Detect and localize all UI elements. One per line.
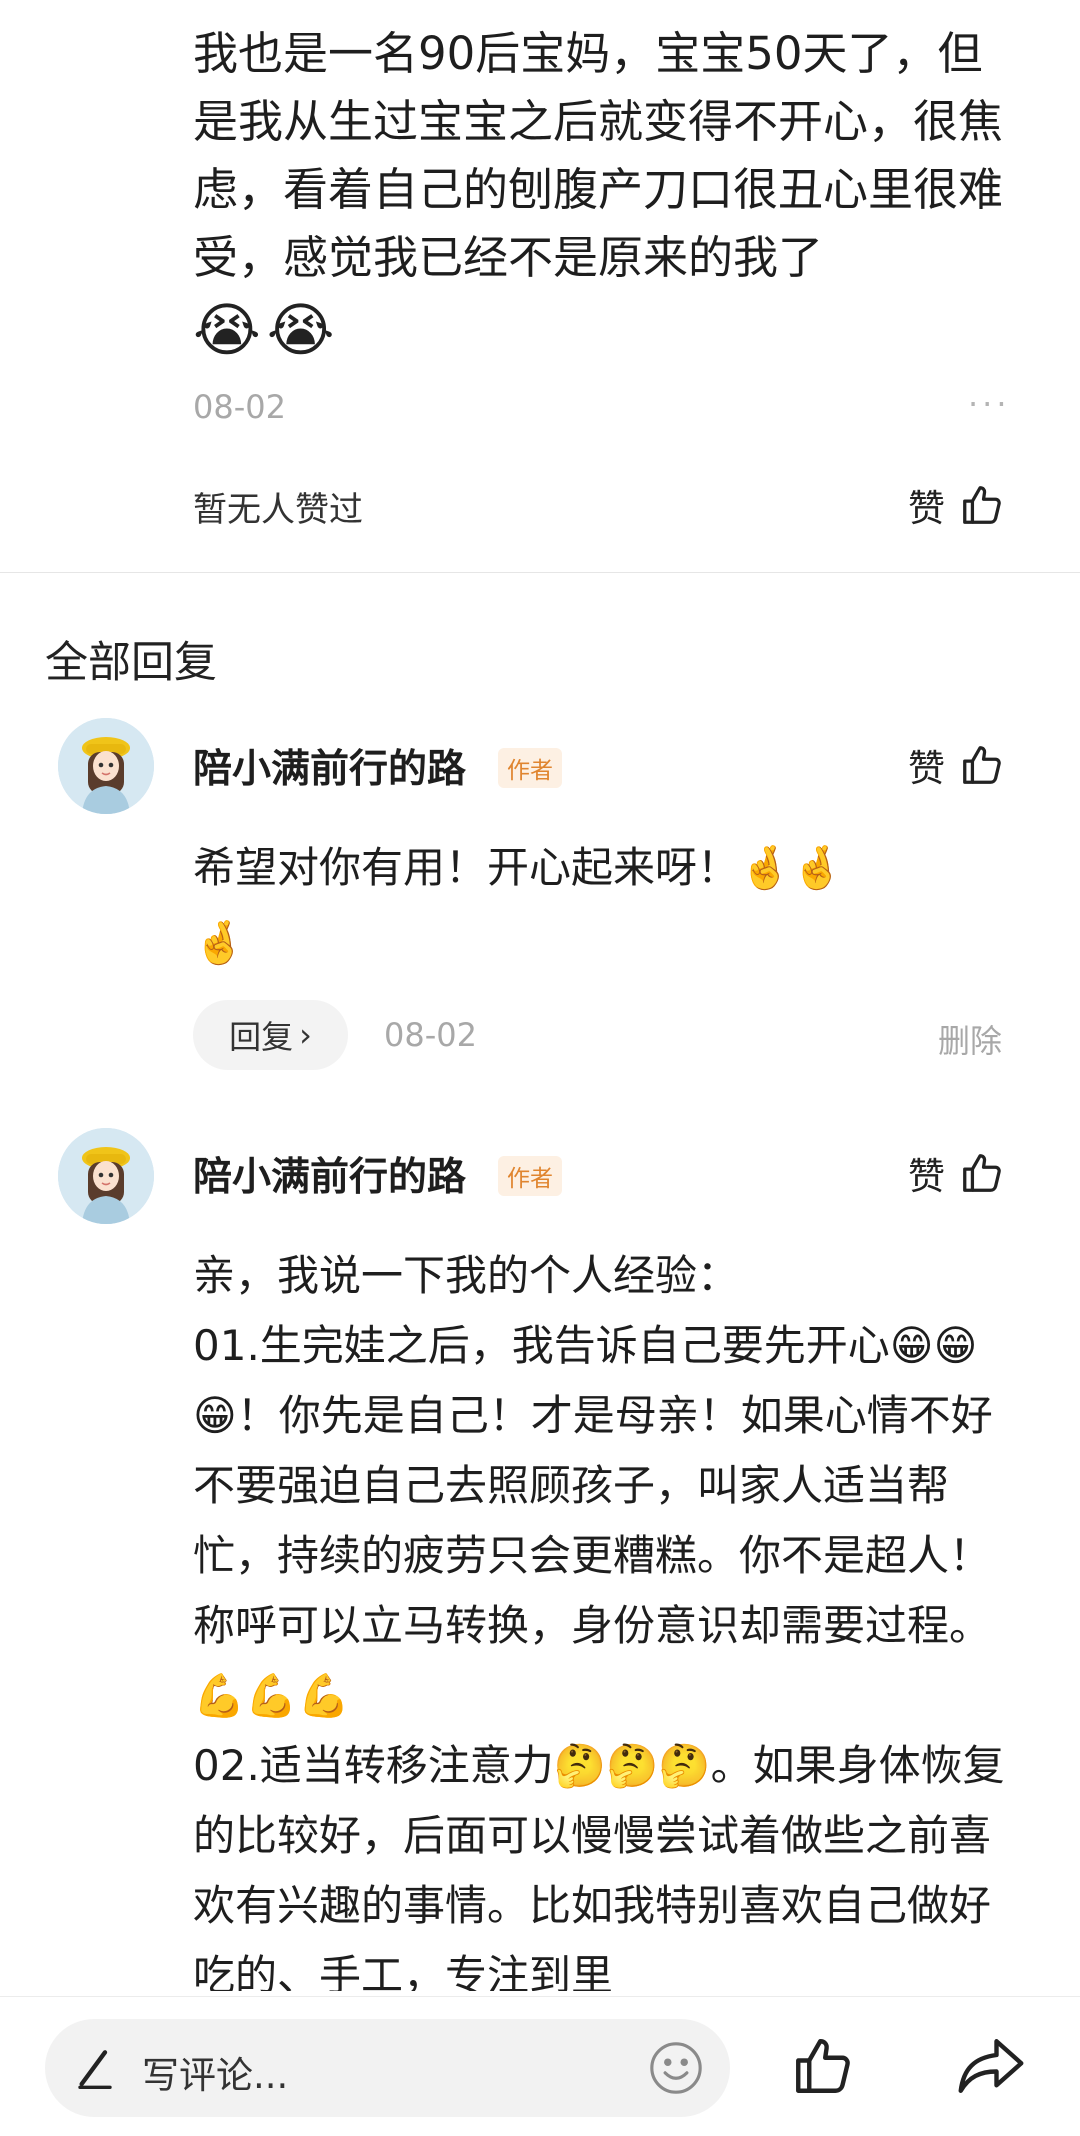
reply-like-button[interactable]: 赞 (908, 1146, 1005, 1200)
more-options-icon[interactable]: ··· (968, 385, 1011, 423)
thumb-up-icon (963, 1154, 1001, 1192)
section-divider (0, 572, 1080, 573)
crying-emoji: 😭 (193, 296, 261, 364)
author-name[interactable]: 陪小满前行的路 (193, 1146, 466, 1202)
crying-emoji: 😭 (266, 296, 335, 364)
chevron-right-icon: › (299, 1016, 312, 1054)
comment-input[interactable]: 写评论... (45, 2019, 730, 2117)
original-post: 我也是一名90后宝妈，宝宝50天了，但是我从生过宝宝之后就变得不开心，很焦虑，看… (0, 0, 1080, 575)
reply-text-continued: 🤞 (193, 918, 246, 967)
reply-like-button[interactable]: 赞 (908, 738, 1005, 792)
avatar[interactable] (58, 718, 154, 814)
delete-button[interactable]: 删除 (938, 1016, 1002, 1062)
reply-button[interactable]: 回复 › (193, 1000, 348, 1070)
comment-placeholder: 写评论... (142, 2054, 289, 2097)
reply-text: 亲，我说一下我的个人经验： 01.生完娃之后，我告诉自己要先开心😁😁😁！你先是自… (193, 1251, 1005, 1991)
author-badge: 作者 (498, 748, 562, 788)
author-badge: 作者 (498, 1156, 562, 1196)
reply-text: 希望对你有用！开心起来呀！🤞🤞 (193, 843, 844, 892)
smile-icon[interactable] (647, 2039, 705, 2097)
post-emoji-row: 😭 😭 (193, 296, 335, 364)
post-date: 08-02 (193, 388, 286, 426)
post-like-button[interactable]: 赞 (908, 478, 1005, 532)
thumb-up-icon (963, 746, 1001, 784)
like-label: 赞 (908, 1155, 945, 1198)
pen-icon (78, 2050, 112, 2089)
like-label: 赞 (908, 747, 945, 790)
all-replies-title: 全部回复 (45, 638, 217, 688)
thumb-up-icon[interactable] (790, 2033, 856, 2099)
avatar[interactable] (58, 1128, 154, 1224)
post-text: 我也是一名90后宝妈，宝宝50天了，但是我从生过宝宝之后就变得不开心，很焦虑，看… (193, 27, 1004, 284)
bottom-action-bar: 写评论... (0, 1996, 1080, 2136)
thumb-up-icon (963, 486, 1001, 524)
no-likes-text: 暂无人赞过 (193, 490, 363, 530)
author-name[interactable]: 陪小满前行的路 (193, 738, 466, 794)
like-label: 赞 (908, 487, 945, 530)
reply-label: 回复 (229, 1018, 294, 1056)
share-icon[interactable] (955, 2033, 1027, 2099)
reply-date: 08-02 (384, 1016, 477, 1054)
